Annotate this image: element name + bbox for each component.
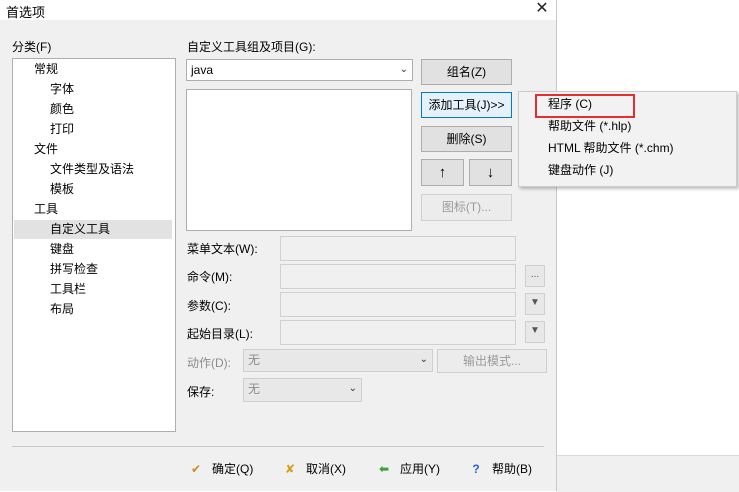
command-input[interactable] (280, 264, 516, 289)
menu-text-input[interactable] (280, 236, 516, 261)
help-label: 帮助(B) (492, 462, 532, 476)
tree-item-layout[interactable]: 布局 (50, 300, 74, 319)
menu-text-label: 菜单文本(W): (187, 242, 258, 256)
args-label: 参数(C): (187, 299, 231, 313)
apply-label: 应用(Y) (400, 462, 440, 476)
delete-button[interactable]: 删除(S) (421, 126, 512, 152)
cancel-button[interactable]: ✘ 取消(X) (280, 457, 346, 481)
menu-item-keyboard-action-label: 键盘动作 (J) (548, 163, 614, 177)
category-tree[interactable]: 常规 字体 颜色 打印 文件 文件类型及语法 模板 工具 自定义工具 键盘 拼写… (12, 58, 176, 432)
checkmark-icon: ✔ (190, 462, 202, 476)
action-label: 动作(D): (187, 356, 231, 370)
ok-label: 确定(Q) (212, 462, 254, 476)
menu-item-chm[interactable]: HTML 帮助文件 (*.chm) (519, 137, 736, 159)
move-up-button[interactable]: ↑ (421, 159, 464, 186)
icon-button[interactable]: 图标(T)... (421, 194, 512, 221)
tree-item-file[interactable]: 文件 (34, 140, 58, 159)
highlight-box (535, 94, 635, 118)
move-down-button[interactable]: ↓ (469, 159, 512, 186)
save-value: 无 (248, 382, 261, 396)
chevron-down-icon: ⌄ (348, 383, 357, 394)
background-window-bar (557, 455, 739, 492)
output-mode-button[interactable]: 输出模式... (437, 349, 547, 373)
category-label: 分类(F) (12, 40, 52, 54)
background-window (557, 0, 739, 491)
tool-group-value: java (191, 63, 214, 77)
tree-item-color[interactable]: 颜色 (50, 100, 74, 119)
action-value: 无 (248, 353, 261, 367)
command-label: 命令(M): (187, 270, 233, 284)
tree-item-custom-tools[interactable]: 自定义工具 (14, 220, 172, 239)
close-icon[interactable]: ✕ (531, 0, 553, 18)
tree-item-font[interactable]: 字体 (50, 80, 74, 99)
start-dir-menu-button[interactable]: ▼ (525, 321, 545, 343)
tree-item-general[interactable]: 常规 (34, 60, 58, 79)
arrow-left-icon: ⬅ (378, 462, 390, 476)
cancel-label: 取消(X) (306, 462, 346, 476)
tree-item-file-types[interactable]: 文件类型及语法 (50, 160, 134, 179)
ok-button[interactable]: ✔ 确定(Q) (186, 457, 253, 481)
menu-item-keyboard-action[interactable]: 键盘动作 (J) (519, 159, 736, 181)
add-tool-button[interactable]: 添加工具(J)>> (421, 92, 512, 118)
cross-icon: ✘ (284, 462, 296, 476)
menu-item-hlp-label: 帮助文件 (*.hlp) (548, 119, 632, 133)
apply-button[interactable]: ⬅ 应用(Y) (374, 457, 440, 481)
title-bar: 首选项 ✕ (0, 0, 556, 20)
start-dir-input[interactable] (280, 320, 516, 345)
window-title: 首选项 (6, 5, 46, 20)
chevron-down-icon: ⌄ (399, 64, 408, 75)
tool-items-list[interactable] (186, 89, 412, 231)
action-select[interactable]: 无 ⌄ (243, 349, 433, 372)
chevron-down-icon: ▼ (530, 325, 540, 336)
menu-item-chm-label: HTML 帮助文件 (*.chm) (548, 141, 674, 155)
tree-item-tools[interactable]: 工具 (34, 200, 58, 219)
footer-divider (12, 446, 544, 447)
help-button[interactable]: ? 帮助(B) (466, 457, 532, 481)
chevron-down-icon: ▼ (530, 297, 540, 308)
tree-item-template[interactable]: 模板 (50, 180, 74, 199)
start-dir-label: 起始目录(L): (187, 327, 254, 341)
command-browse-button[interactable]: ... (525, 265, 545, 287)
group-name-button[interactable]: 组名(Z) (421, 59, 512, 85)
tree-item-print[interactable]: 打印 (50, 120, 74, 139)
save-select[interactable]: 无 ⌄ (243, 378, 362, 402)
args-input[interactable] (280, 292, 516, 317)
tree-item-toolbar[interactable]: 工具栏 (50, 280, 86, 299)
tree-item-spell-check[interactable]: 拼写检查 (50, 260, 98, 279)
menu-item-hlp[interactable]: 帮助文件 (*.hlp) (519, 115, 736, 137)
preferences-dialog: 首选项 ✕ 分类(F) 常规 字体 颜色 打印 文件 文件类型及语法 模板 工具… (0, 0, 557, 491)
args-menu-button[interactable]: ▼ (525, 293, 545, 315)
tree-item-keyboard[interactable]: 键盘 (50, 240, 74, 259)
tool-group-select[interactable]: java ⌄ (186, 59, 413, 81)
question-icon: ? (472, 462, 480, 476)
tool-group-label: 自定义工具组及项目(G): (187, 40, 316, 54)
save-label: 保存: (187, 385, 215, 399)
chevron-down-icon: ⌄ (419, 354, 428, 365)
